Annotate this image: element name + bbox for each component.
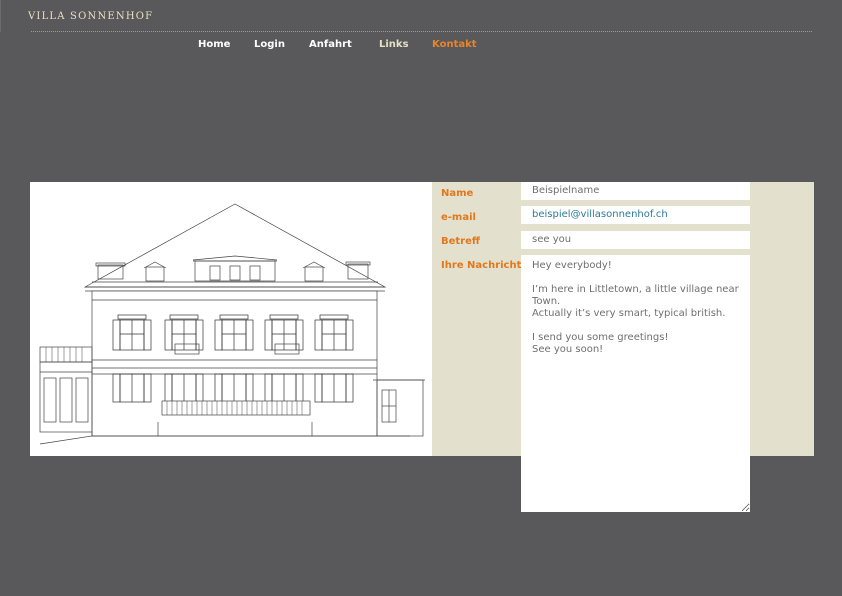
site-logo[interactable]: VILLA SONNENHOF xyxy=(28,11,153,22)
header-divider xyxy=(31,31,812,32)
name-field[interactable] xyxy=(521,182,750,200)
email-field[interactable] xyxy=(521,206,750,224)
villa-sketch-image xyxy=(30,182,432,456)
subject-label: Betreff xyxy=(441,236,480,247)
nav-item-links[interactable]: Links xyxy=(379,39,409,50)
window-edge xyxy=(0,0,1,32)
nav-item-login[interactable]: Login xyxy=(254,39,285,50)
message-textarea[interactable]: Hey everybody! I’m here in Littletown, a… xyxy=(521,255,750,512)
subject-field[interactable] xyxy=(521,231,750,249)
nav-item-anfahrt[interactable]: Anfahrt xyxy=(309,39,352,50)
name-label: Name xyxy=(441,188,474,199)
email-label: e-mail xyxy=(441,212,476,223)
message-label: Ihre Nachricht xyxy=(441,260,522,271)
nav-item-kontakt[interactable]: Kontakt xyxy=(432,39,477,50)
nav-item-home[interactable]: Home xyxy=(198,39,230,50)
